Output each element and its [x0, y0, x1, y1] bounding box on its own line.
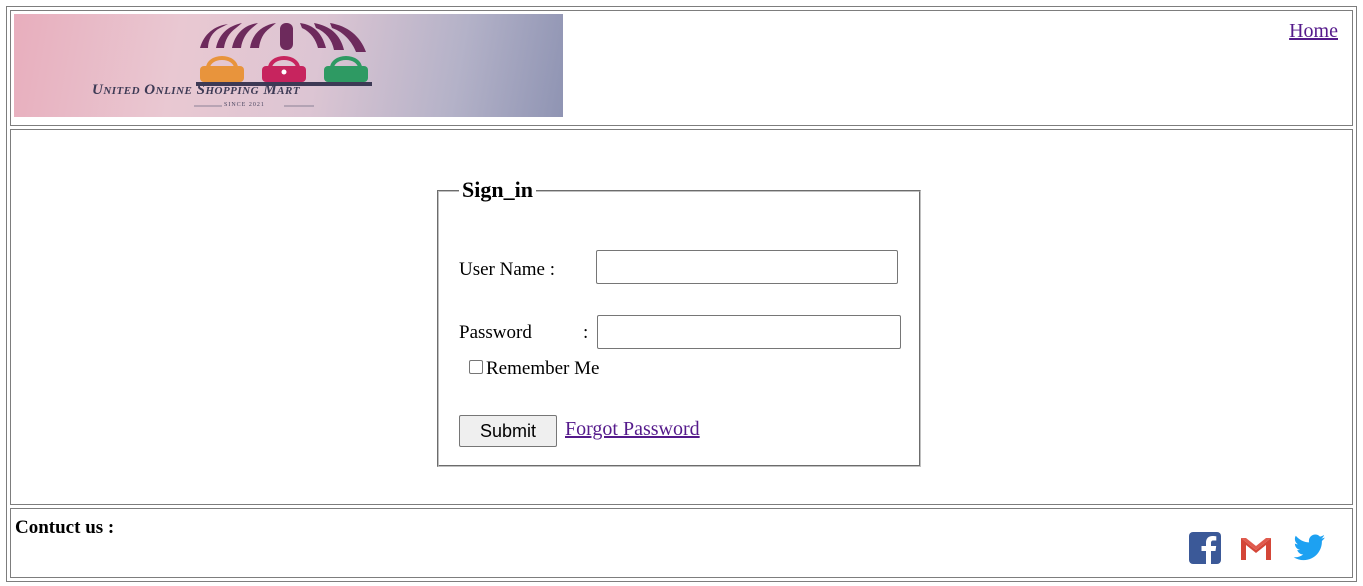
footer-cell: Contuct us :	[10, 508, 1353, 578]
username-input[interactable]	[596, 250, 898, 284]
submit-button[interactable]: Submit	[459, 415, 557, 447]
password-input[interactable]	[597, 315, 901, 349]
username-label: User Name :	[459, 259, 556, 280]
logo-title: United Online Shopping Mart	[92, 82, 301, 98]
main-cell: Sign_in User Name : Password : Remember …	[10, 129, 1353, 505]
home-link[interactable]: Home	[1289, 20, 1338, 43]
forgot-password-link[interactable]: Forgot Password	[565, 418, 700, 441]
facebook-icon[interactable]	[1187, 530, 1223, 566]
remember-me-label: Remember Me	[486, 358, 600, 379]
store-logo: United Online Shopping Mart SINCE 2021	[14, 14, 563, 117]
password-colon: :	[583, 322, 589, 343]
header-cell: United Online Shopping Mart SINCE 2021 H…	[10, 10, 1353, 126]
gmail-icon[interactable]	[1238, 530, 1274, 566]
password-label: Password	[459, 322, 532, 343]
logo-since: SINCE 2021	[224, 102, 265, 108]
contact-us-label: Contuct us :	[15, 517, 115, 538]
signin-fieldset: Sign_in User Name : Password : Remember …	[437, 178, 921, 467]
page-table: United Online Shopping Mart SINCE 2021 H…	[6, 6, 1357, 582]
twitter-icon[interactable]	[1291, 530, 1327, 566]
remember-me-checkbox[interactable]	[469, 360, 483, 374]
shop-awning-icon	[194, 23, 372, 107]
signin-legend: Sign_in	[459, 178, 536, 202]
